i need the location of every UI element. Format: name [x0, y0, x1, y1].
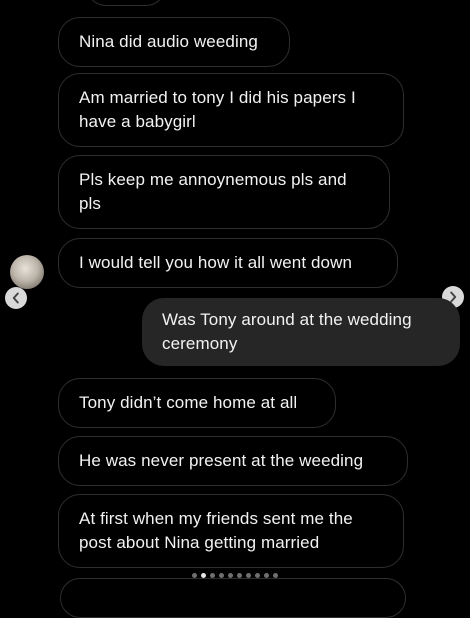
chevron-left-icon	[11, 292, 21, 304]
carousel-dot	[210, 573, 215, 578]
carousel-dot	[273, 573, 278, 578]
carousel-dot	[219, 573, 224, 578]
message-text: At first when my friends sent me the pos…	[79, 509, 353, 552]
carousel-page-indicator	[0, 573, 470, 578]
carousel-dot	[237, 573, 242, 578]
message-text: Tony didn’t come home at all	[79, 393, 298, 412]
message-bubble-incoming: Pls keep me annoynemous pls and pls	[58, 155, 390, 229]
carousel-prev-button[interactable]	[5, 287, 27, 309]
message-bubble-incoming: Nina did audio weeding	[58, 17, 290, 67]
carousel-dot	[246, 573, 251, 578]
carousel-dot	[192, 573, 197, 578]
partial-message-bubble-top	[86, 0, 166, 6]
carousel-dot	[228, 573, 233, 578]
message-text: He was never present at the weeding	[79, 451, 364, 470]
partial-message-bubble-bottom	[60, 578, 406, 618]
message-text: Was Tony around at the wedding ceremony	[162, 310, 412, 353]
carousel-dot	[264, 573, 269, 578]
carousel-dot-active	[201, 573, 206, 578]
sender-avatar[interactable]	[10, 255, 44, 289]
message-bubble-incoming: Am married to tony I did his papers I ha…	[58, 73, 404, 147]
message-text: Pls keep me annoynemous pls and pls	[79, 170, 347, 213]
message-text: Am married to tony I did his papers I ha…	[79, 88, 356, 131]
message-thread: Nina did audio weeding Am married to ton…	[0, 0, 470, 618]
message-bubble-incoming: Tony didn’t come home at all	[58, 378, 336, 428]
message-bubble-outgoing: Was Tony around at the wedding ceremony	[142, 298, 460, 366]
message-bubble-incoming: He was never present at the weeding	[58, 436, 408, 486]
message-bubble-incoming: At first when my friends sent me the pos…	[58, 494, 404, 568]
carousel-dot	[255, 573, 260, 578]
message-text: I would tell you how it all went down	[79, 253, 353, 272]
message-bubble-incoming: I would tell you how it all went down	[58, 238, 398, 288]
message-text: Nina did audio weeding	[79, 32, 258, 51]
